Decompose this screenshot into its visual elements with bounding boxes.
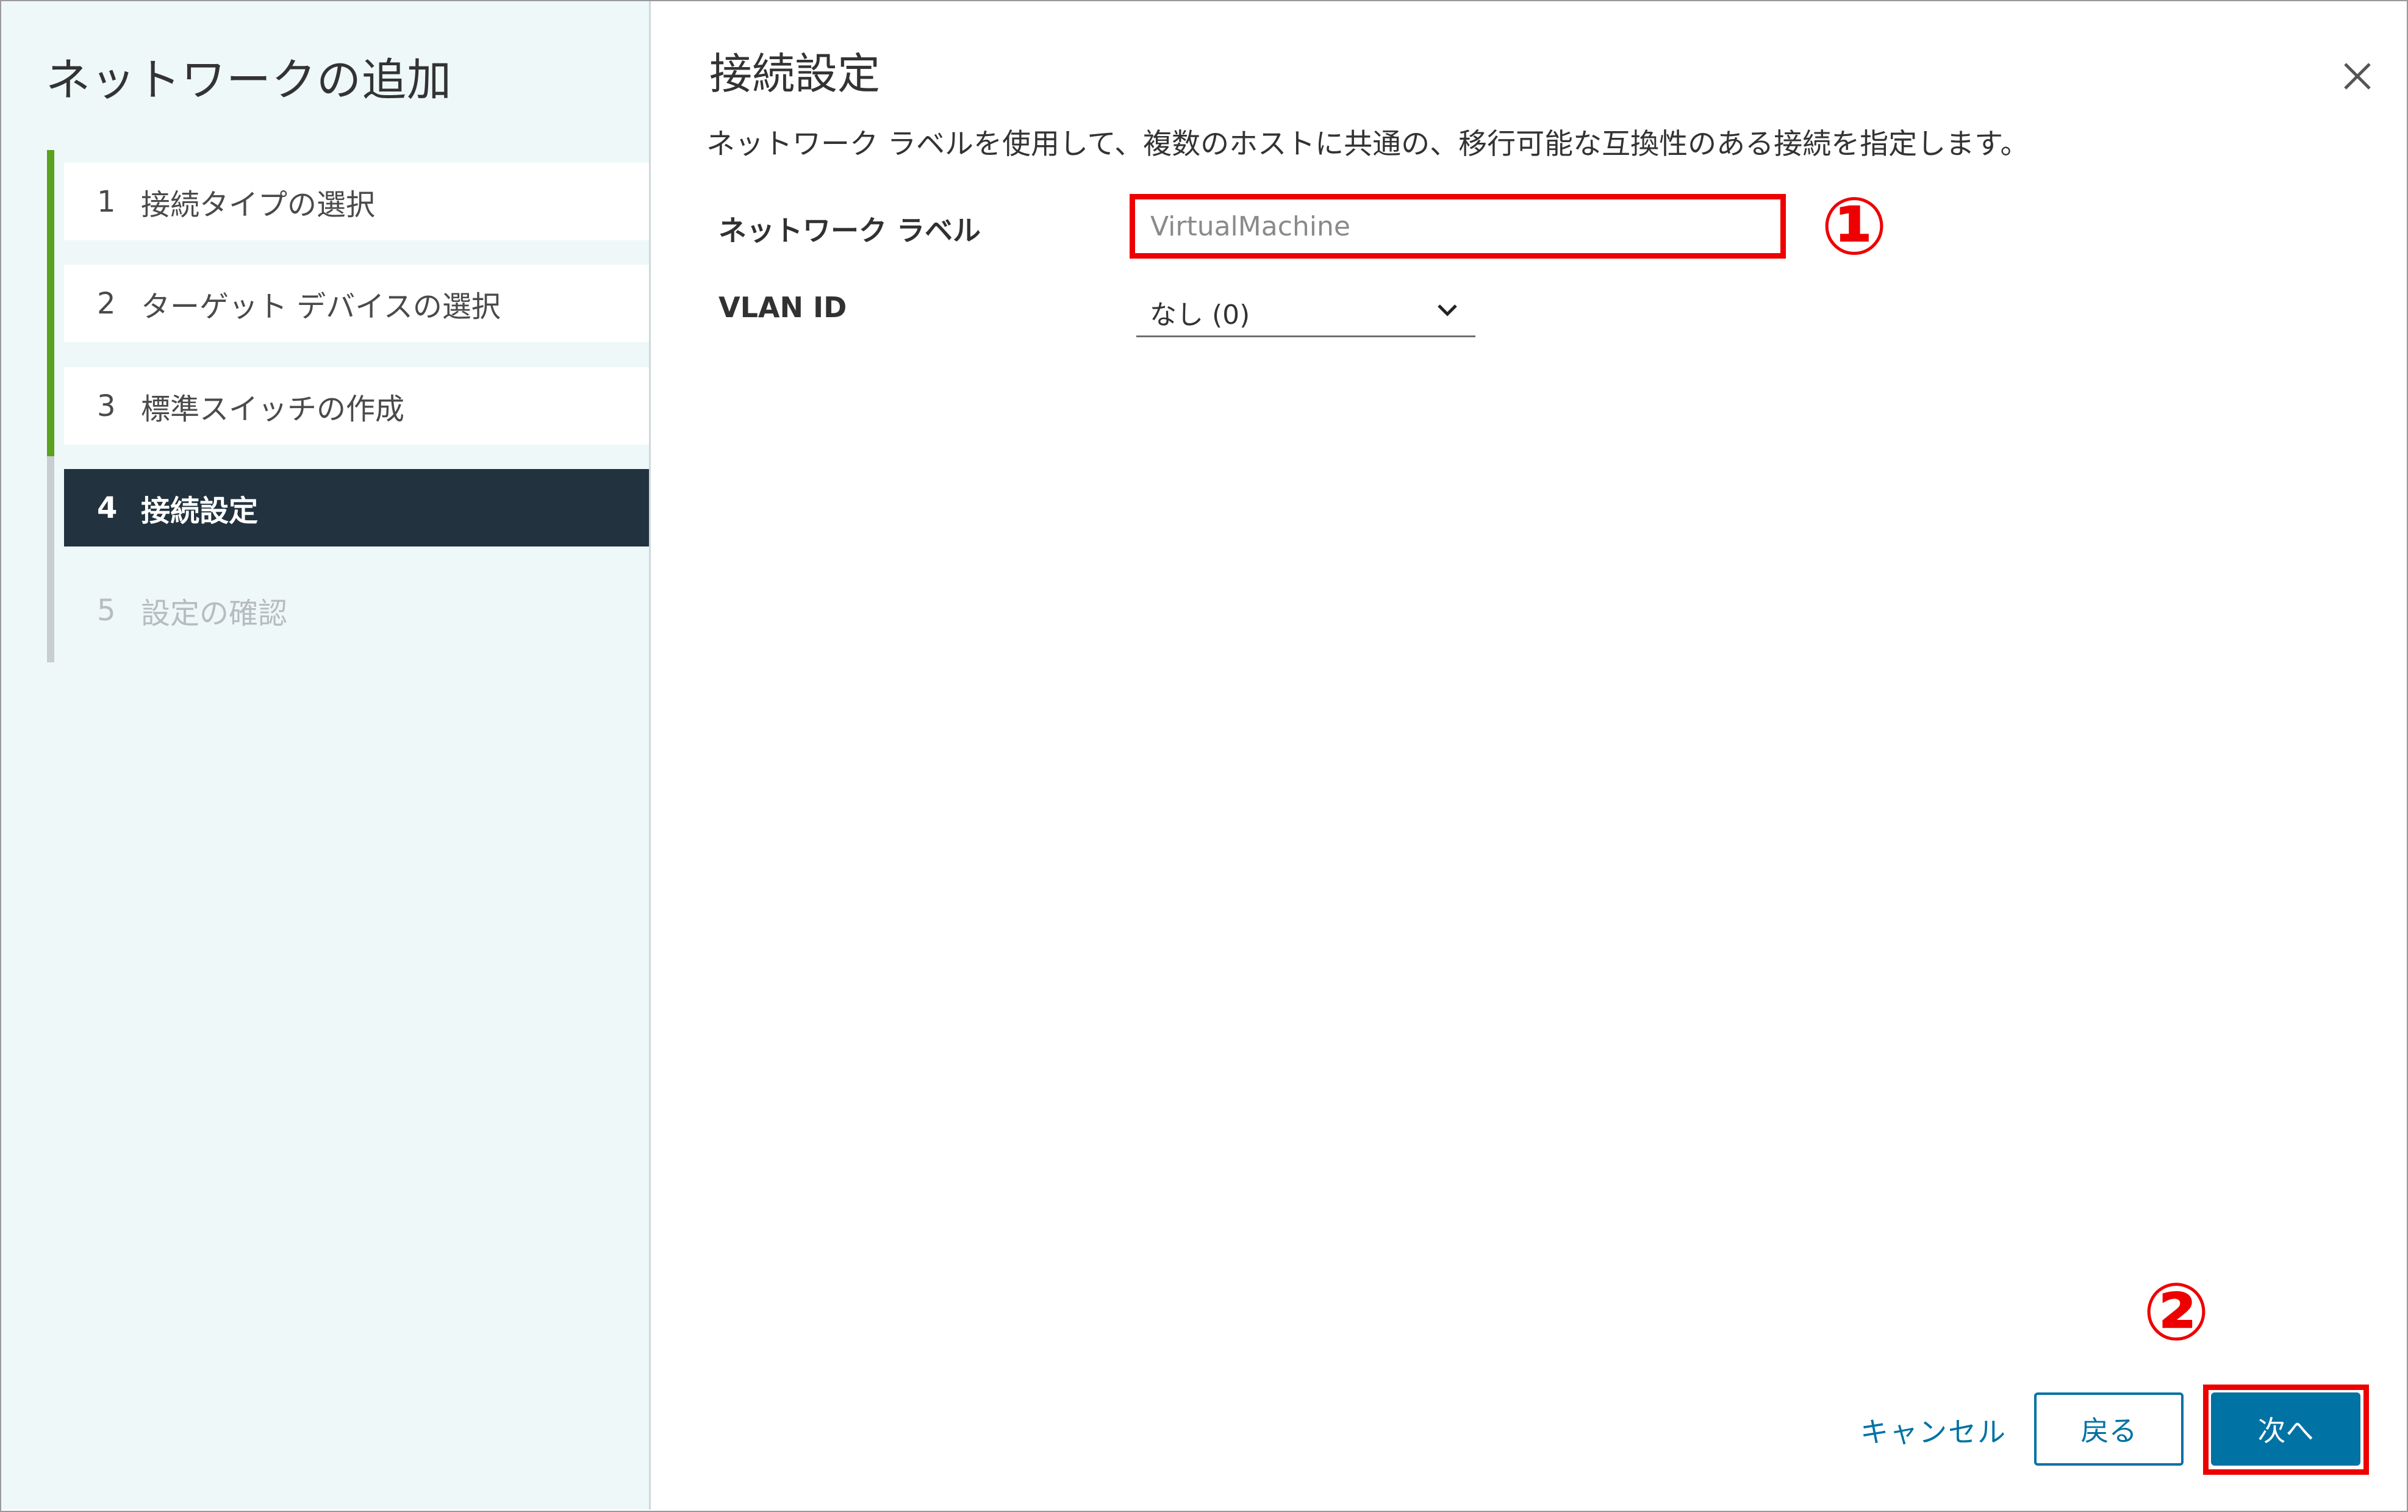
vlan-id-select[interactable]: なし (0) xyxy=(1136,287,1475,337)
step-label: 設定の確認 xyxy=(141,596,288,631)
progress-bar-done xyxy=(47,150,54,456)
step-number: 2 xyxy=(97,286,116,321)
step-label: 標準スイッチの作成 xyxy=(141,392,405,426)
back-button[interactable]: 戻る xyxy=(2034,1392,2184,1466)
network-label-caption: ネットワーク ラベル xyxy=(718,214,981,247)
close-button[interactable] xyxy=(2339,58,2376,95)
step-label: ターゲット デバイスの選択 xyxy=(141,289,501,324)
wizard-step-2[interactable]: 2 ターゲット デバイスの選択 xyxy=(64,265,649,342)
step-label: 接続設定 xyxy=(141,493,259,528)
wizard-title: ネットワークの追加 xyxy=(46,54,452,106)
step-number: 1 xyxy=(97,184,116,219)
network-label-input[interactable] xyxy=(1136,200,1777,255)
cancel-button[interactable]: キャンセル xyxy=(1848,1403,2019,1458)
step-number: 3 xyxy=(97,389,116,423)
progress-bar-remaining xyxy=(47,456,54,662)
page-title: 接続設定 xyxy=(709,49,880,99)
close-icon xyxy=(2344,63,2371,90)
wizard-step-3[interactable]: 3 標準スイッチの作成 xyxy=(64,367,649,445)
page-description: ネットワーク ラベルを使用して、複数のホストに共通の、移行可能な互換性のある接続… xyxy=(706,127,2029,161)
step-number: 4 xyxy=(97,490,118,525)
next-button[interactable]: 次へ xyxy=(2211,1392,2360,1466)
step-label: 接続タイプの選択 xyxy=(141,187,376,222)
chevron-down-icon xyxy=(1438,304,1457,317)
wizard-step-5: 5 設定の確認 xyxy=(64,571,649,649)
annotation-marker-1: ① xyxy=(1821,180,1888,273)
vlan-id-caption: VLAN ID xyxy=(718,291,847,324)
vlan-id-selected-value: なし (0) xyxy=(1150,299,1250,331)
wizard-step-1[interactable]: 1 接続タイプの選択 xyxy=(64,163,649,240)
wizard-sidebar: ネットワークの追加 1 接続タイプの選択 2 ターゲット デバイスの選択 3 標… xyxy=(1,1,651,1510)
step-number: 5 xyxy=(97,593,116,628)
annotation-marker-2: ② xyxy=(2143,1266,2210,1358)
wizard-step-4[interactable]: 4 接続設定 xyxy=(64,469,649,546)
